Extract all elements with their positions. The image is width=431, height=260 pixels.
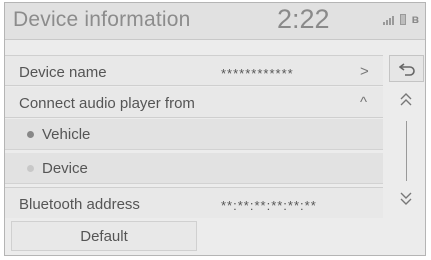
device-name-row[interactable]: Device name ************ >	[5, 55, 383, 86]
scroll-track[interactable]	[406, 121, 407, 181]
status-icons: ʙ	[382, 12, 419, 26]
signal-strength-icon	[382, 15, 394, 25]
connect-audio-player-row[interactable]: Connect audio player from ^	[5, 87, 383, 118]
back-arrow-icon	[399, 63, 415, 76]
back-button[interactable]	[389, 55, 424, 82]
radio-unselected-icon	[27, 165, 34, 172]
device-information-screen: Device information 2:22 ʙ Device name **…	[4, 2, 426, 256]
audio-option-device[interactable]: Device	[5, 153, 383, 184]
scrollbar[interactable]	[389, 87, 424, 217]
double-chevron-down-icon[interactable]	[397, 189, 415, 207]
chevron-right-icon: >	[360, 63, 369, 80]
device-name-value: ************	[221, 66, 294, 81]
bluetooth-icon: ʙ	[411, 12, 419, 26]
page-title: Device information	[13, 8, 191, 31]
default-button-label: Default	[80, 228, 128, 245]
audio-option-vehicle[interactable]: Vehicle	[5, 119, 383, 150]
audio-option-label: Device	[42, 160, 88, 177]
audio-option-label: Vehicle	[42, 126, 91, 143]
battery-icon	[399, 14, 406, 25]
device-name-label: Device name	[19, 64, 107, 81]
radio-selected-icon	[27, 131, 34, 138]
bluetooth-address-row: Bluetooth address **:**:**:**:**:**	[5, 187, 383, 218]
double-chevron-up-icon[interactable]	[397, 91, 415, 109]
bluetooth-address-value: **:**:**:**:**:**	[221, 198, 317, 213]
header-bar: Device information 2:22 ʙ	[5, 3, 425, 40]
clock: 2:22	[277, 4, 330, 34]
chevron-up-icon: ^	[360, 94, 368, 111]
connect-audio-label: Connect audio player from	[19, 95, 195, 112]
bluetooth-address-label: Bluetooth address	[19, 196, 140, 213]
default-button[interactable]: Default	[11, 221, 197, 251]
